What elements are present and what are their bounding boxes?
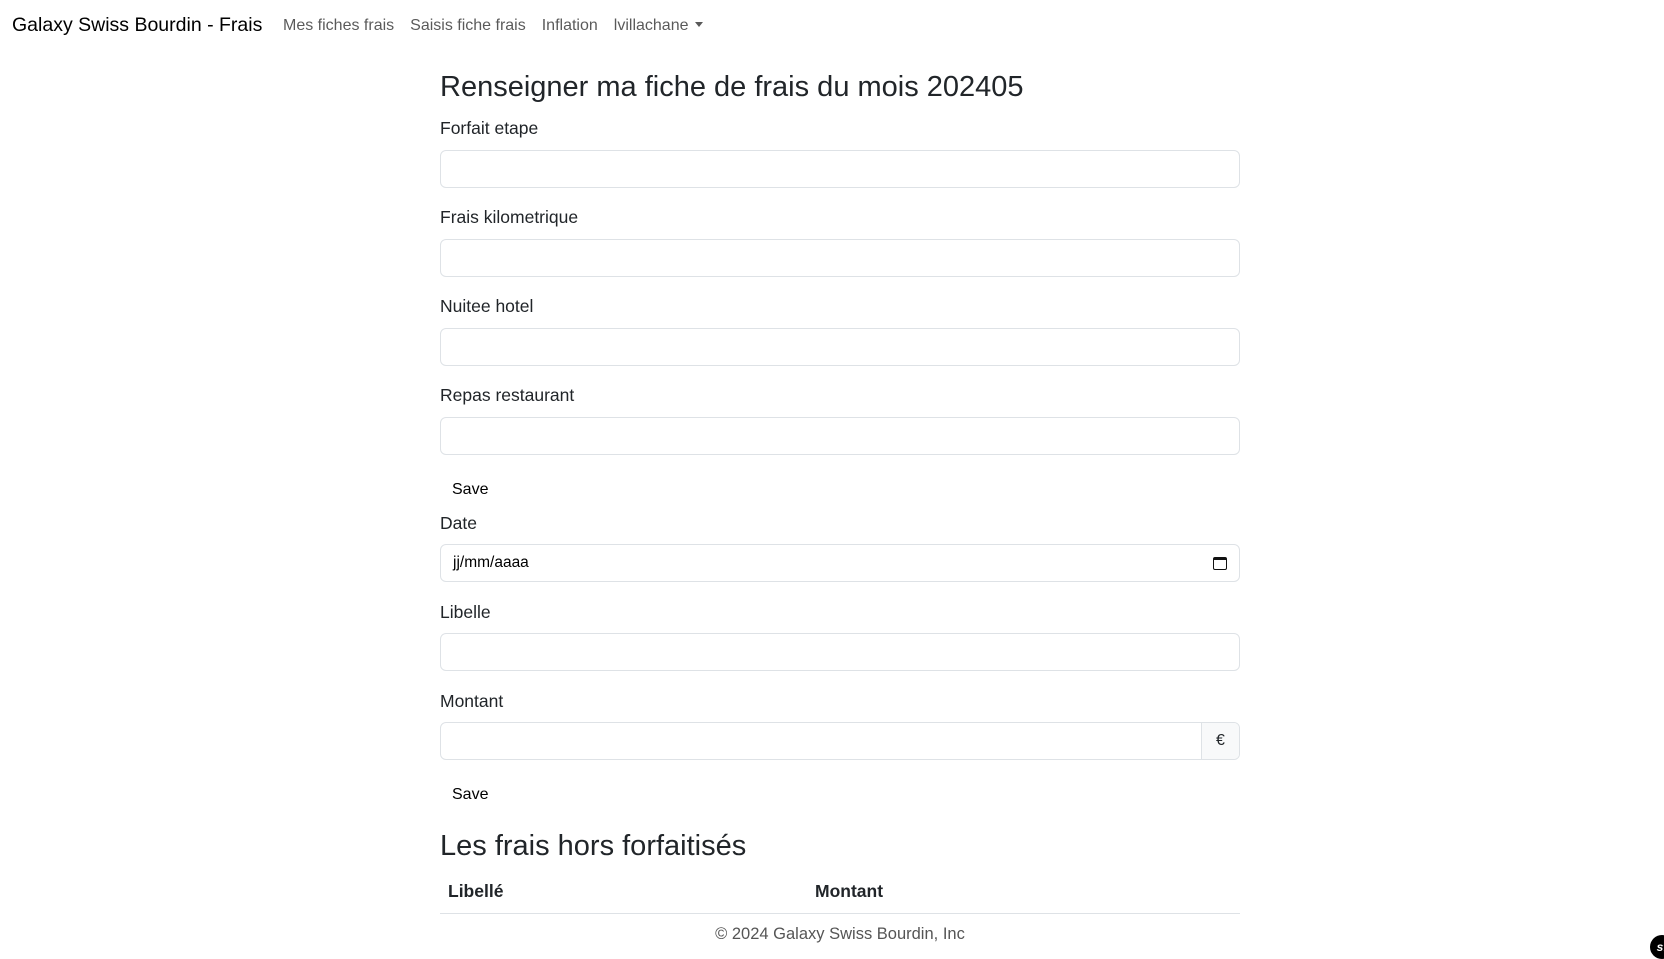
date-label: Date	[440, 513, 477, 533]
symfony-icon[interactable]: sf	[1650, 935, 1664, 959]
hors-forfait-table-header: Libellé Montant	[440, 881, 1240, 914]
footer: © 2024 Galaxy Swiss Bourdin, Inc	[715, 925, 965, 943]
montant-label: Montant	[440, 691, 504, 711]
nav-link-mes-fiches-frais[interactable]: Mes fiches frais	[283, 17, 394, 35]
nuitee-hotel-label: Nuitee hotel	[440, 296, 534, 316]
montant-input-group: €	[440, 722, 1240, 760]
save-forfait-button[interactable]: Save	[452, 482, 488, 498]
repas-restaurant-input[interactable]	[440, 417, 1240, 455]
currency-addon: €	[1201, 723, 1239, 759]
column-header-montant: Montant	[815, 881, 884, 901]
montant-input[interactable]	[441, 723, 1201, 759]
forfait-etape-input[interactable]	[440, 150, 1240, 188]
brand[interactable]: Galaxy Swiss Bourdin - Frais	[12, 14, 262, 37]
user-menu-label: lvillachane	[613, 17, 689, 34]
libelle-input[interactable]	[440, 633, 1240, 671]
date-placeholder: jj/mm/aaaa	[453, 554, 529, 571]
page-title: Renseigner ma fiche de frais du mois 202…	[440, 71, 1024, 103]
calendar-icon[interactable]	[1213, 556, 1227, 570]
save-hors-forfait-button[interactable]: Save	[452, 787, 488, 803]
date-input[interactable]: jj/mm/aaaa	[440, 544, 1240, 582]
hors-forfait-title: Les frais hors forfaitisés	[440, 830, 747, 862]
libelle-label: Libelle	[440, 602, 491, 622]
nav-links: Mes fiches frais Saisis fiche frais Infl…	[283, 17, 719, 35]
nav-link-inflation[interactable]: Inflation	[542, 17, 598, 35]
chevron-down-icon	[694, 22, 703, 27]
column-header-libelle: Libellé	[448, 881, 504, 901]
user-menu-dropdown[interactable]: lvillachane	[614, 17, 703, 35]
repas-restaurant-label: Repas restaurant	[440, 385, 575, 405]
frais-kilometrique-label: Frais kilometrique	[440, 207, 579, 227]
navbar: Galaxy Swiss Bourdin - Frais Mes fiches …	[0, 0, 1664, 54]
forfait-etape-label: Forfait etape	[440, 118, 539, 138]
nav-link-saisis-fiche-frais[interactable]: Saisis fiche frais	[410, 17, 526, 35]
frais-kilometrique-input[interactable]	[440, 239, 1240, 277]
nuitee-hotel-input[interactable]	[440, 328, 1240, 366]
